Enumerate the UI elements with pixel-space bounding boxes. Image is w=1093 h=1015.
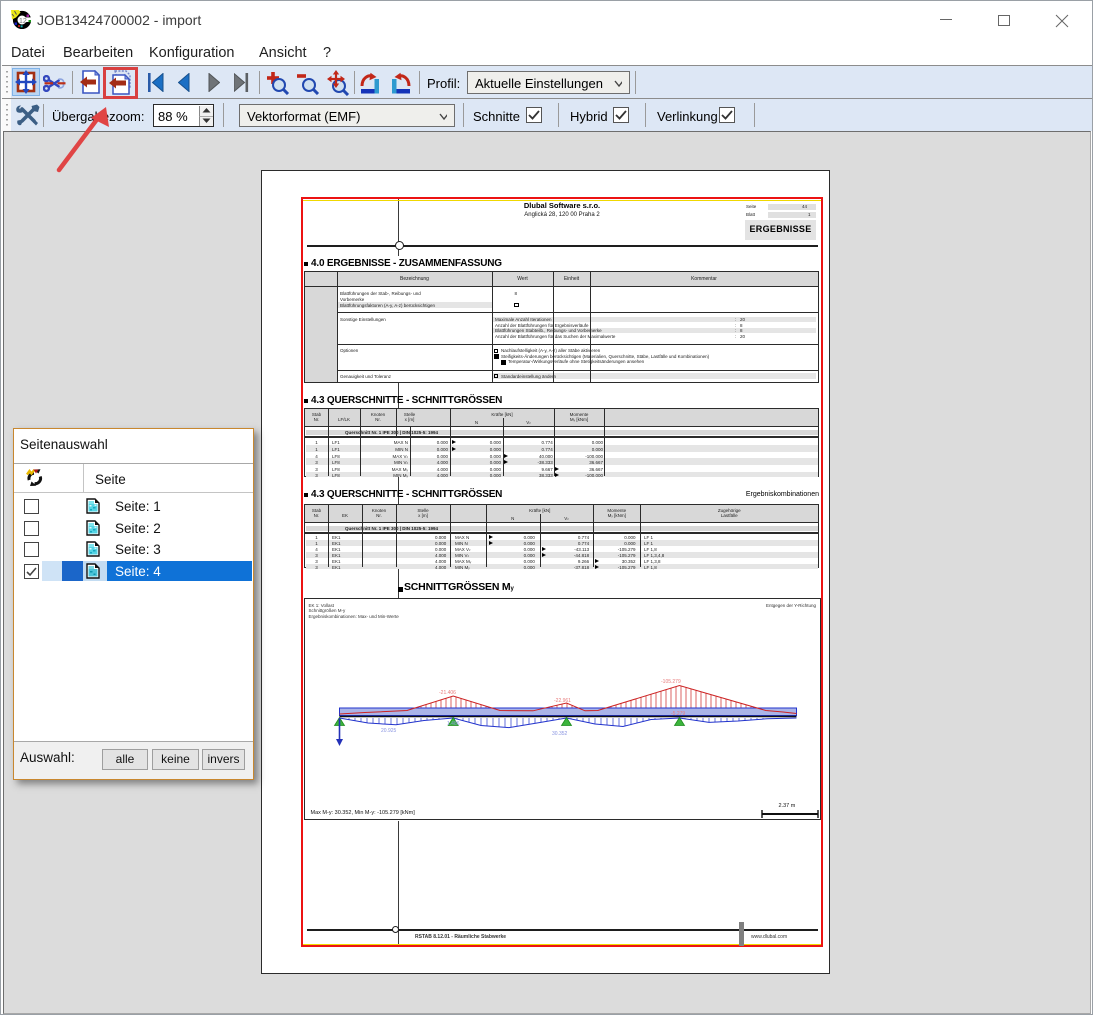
svg-text:20.925: 20.925 [381, 728, 397, 734]
svg-text:12: 12 [19, 18, 27, 25]
svg-text:-5.279: -5.279 [671, 711, 685, 717]
svg-text:-22.961: -22.961 [554, 698, 571, 704]
svg-text:-105.279: -105.279 [661, 679, 681, 685]
svg-text:1.486: 1.486 [447, 721, 460, 727]
svg-text:-21.406: -21.406 [439, 690, 456, 696]
svg-text:30.352: 30.352 [552, 731, 568, 737]
